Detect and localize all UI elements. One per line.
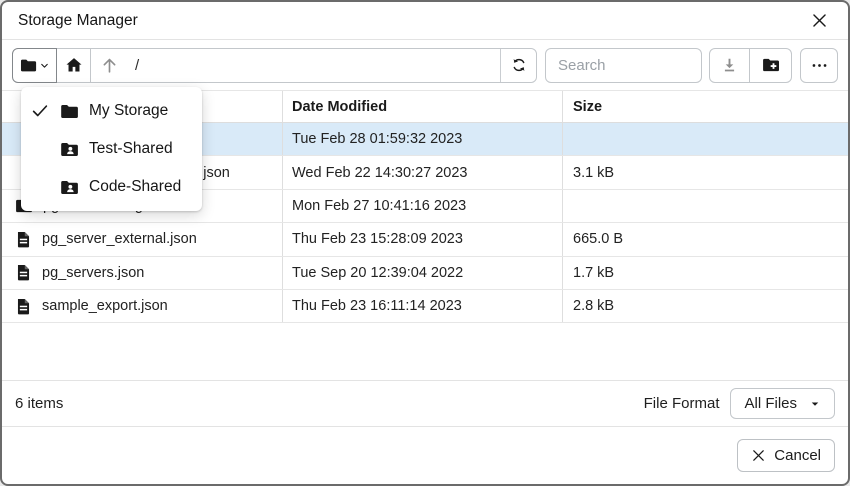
more-options-button[interactable] [800,48,838,83]
folder-icon [19,56,38,75]
dialog-footer: Cancel [2,427,848,484]
shared-folder-icon [58,139,80,160]
table-row[interactable]: sample_export.json Thu Feb 23 16:11:14 2… [2,290,848,323]
folder-icon [58,101,80,122]
file-icon [14,263,33,282]
up-directory-button[interactable] [91,49,127,82]
arrow-up-icon [100,56,119,75]
menu-item-label: My Storage [89,102,168,120]
file-size [562,190,848,222]
file-date: Thu Feb 23 15:28:09 2023 [282,223,562,255]
folder-plus-icon [761,55,781,75]
file-name: pg_servers.json [42,265,144,281]
home-button[interactable] [56,48,91,83]
column-header-size[interactable]: Size [562,91,848,122]
search-input[interactable] [545,48,702,83]
file-date: Wed Feb 22 14:30:27 2023 [282,156,562,188]
toolbar: / [2,40,848,90]
shared-folder-icon [58,177,80,198]
cancel-label: Cancel [774,447,821,464]
status-bar: 6 items File Format All Files [2,380,848,427]
download-button[interactable] [709,48,750,83]
dialog-title: Storage Manager [18,12,138,30]
table-row[interactable]: pg_servers.json Tue Sep 20 12:39:04 2022… [2,257,848,290]
home-icon [65,56,83,74]
menu-item-label: Test-Shared [89,140,173,158]
file-icon [14,230,33,249]
file-size: 3.1 kB [562,156,848,188]
refresh-icon [510,56,528,74]
file-size: 665.0 B [562,223,848,255]
file-size: 2.8 kB [562,290,848,322]
menu-item-test-shared[interactable]: Test-Shared [21,130,202,168]
close-icon [751,448,766,463]
refresh-button[interactable] [500,49,536,82]
path-group: / [12,48,537,83]
menu-item-label: Code-Shared [89,178,181,196]
file-date: Tue Feb 28 01:59:32 2023 [282,123,562,155]
empty-file-area [2,323,848,380]
download-icon [720,56,739,75]
cancel-button[interactable]: Cancel [737,439,835,472]
file-date: Tue Sep 20 12:39:04 2022 [282,257,562,289]
create-folder-button[interactable] [749,48,792,83]
file-format-select[interactable]: All Files [730,388,835,419]
file-date: Thu Feb 23 16:11:14 2023 [282,290,562,322]
file-format-value: All Files [744,395,797,412]
close-icon[interactable] [806,8,832,34]
ellipsis-icon [810,56,829,75]
menu-item-code-shared[interactable]: Code-Shared [21,168,202,206]
file-icon [14,297,33,316]
chevron-down-icon [39,60,50,71]
check-icon [21,102,58,120]
file-format-label: File Format [644,395,720,412]
items-count: 6 items [15,395,63,412]
title-bar: Storage Manager [2,2,848,40]
path-input[interactable]: / [90,48,537,83]
file-name: pg_server_external.json [42,231,197,247]
current-path[interactable]: / [127,57,500,74]
file-action-group [709,48,792,83]
file-size: 1.7 kB [562,257,848,289]
menu-item-my-storage[interactable]: My Storage [21,92,202,130]
column-header-date-modified[interactable]: Date Modified [282,91,562,122]
table-row[interactable]: pg_server_external.json Thu Feb 23 15:28… [2,223,848,256]
file-date: Mon Feb 27 10:41:16 2023 [282,190,562,222]
storage-dropdown-menu: My Storage Test-Shared Code-Shared [21,87,202,211]
storage-manager-dialog: Storage Manager / [0,0,850,486]
file-size [562,123,848,155]
storage-select-button[interactable] [12,48,57,83]
file-name: sample_export.json [42,298,168,314]
caret-down-icon [809,398,821,410]
